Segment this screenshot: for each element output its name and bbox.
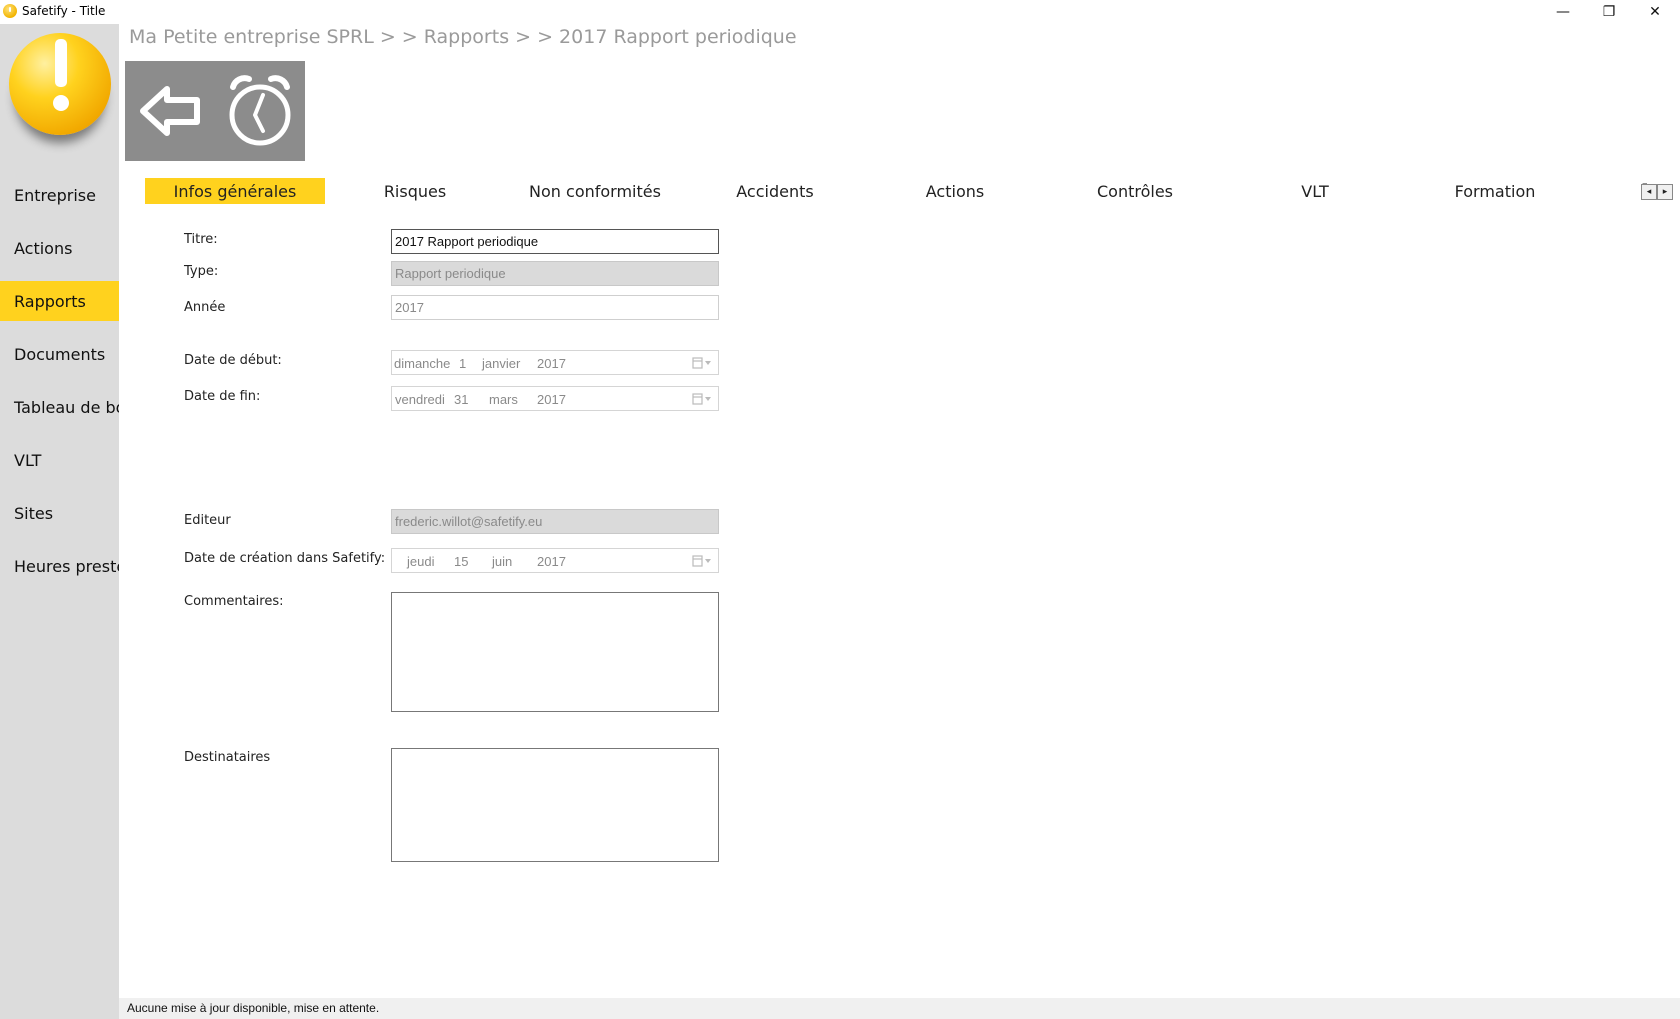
annee-label: Année [184,300,226,315]
type-label: Type: [184,264,219,279]
maximize-button[interactable]: ❐ [1586,0,1632,24]
destinataires-label: Destinataires [184,750,271,765]
tab-risques[interactable]: Risques [325,178,505,204]
date-creation-picker[interactable]: jeudi 15 juin 2017 [391,548,719,573]
sidebar-item-heures-prestees[interactable]: Heures prestées [0,546,119,586]
date-debut-weekday: dimanche [394,356,451,371]
timer-button[interactable] [215,61,305,161]
back-button[interactable] [125,61,215,161]
tab-scroll-right-button[interactable]: ▸ [1657,184,1673,200]
sidebar-item-entreprise[interactable]: Entreprise [0,175,119,215]
commentaires-textarea[interactable] [391,592,719,712]
close-button[interactable]: ✕ [1632,0,1678,24]
minimize-button[interactable]: — [1540,0,1586,24]
annee-field: 2017 [391,295,719,320]
date-fin-month: mars [489,392,518,407]
tab-bar: Infos générales Risques Non conformités … [145,178,1645,204]
exclamation-logo-icon [9,33,111,135]
tab-actions[interactable]: Actions [865,178,1045,204]
date-debut-label: Date de début: [184,353,282,368]
breadcrumb: Ma Petite entreprise SPRL > > Rapports >… [129,26,797,48]
sidebar: Entreprise Actions Rapports Documents Ta… [0,24,119,1019]
commentaires-label: Commentaires: [184,594,284,609]
sidebar-item-tableau-de-bord[interactable]: Tableau de bord [0,387,119,427]
sidebar-item-documents[interactable]: Documents [0,334,119,374]
tab-formation[interactable]: Formation [1405,178,1585,204]
date-creation-label: Date de création dans Safetify: [184,551,386,566]
tab-infos-generales[interactable]: Infos générales [145,178,325,204]
app-logo-icon [3,4,17,18]
date-fin-year: 2017 [537,392,566,407]
stopwatch-icon [229,75,291,146]
titre-input[interactable]: 2017 Rapport periodique [391,229,719,254]
type-field: Rapport periodique [391,261,719,286]
tab-scroll-buttons: ◂ ▸ [1641,184,1673,200]
editeur-field: frederic.willot@safetify.eu [391,509,719,534]
toolbar [125,61,305,161]
tab-non-conformites[interactable]: Non conformités [505,178,685,204]
titre-label: Titre: [184,232,218,247]
window-title: Safetify - Title [22,4,106,18]
status-bar: Aucune mise à jour disponible, mise en a… [119,998,1680,1019]
sidebar-item-rapports[interactable]: Rapports [0,281,119,321]
calendar-dropdown-icon[interactable] [692,555,712,567]
date-creation-year: 2017 [537,554,566,569]
sidebar-item-sites[interactable]: Sites [0,493,119,533]
editeur-label: Editeur [184,513,231,528]
date-debut-year: 2017 [537,356,566,371]
date-creation-month: juin [492,554,513,569]
window-titlebar: Safetify - Title — ❐ ✕ [0,0,1680,24]
date-debut-month: janvier [482,356,521,371]
date-creation-day: 15 [454,554,469,569]
destinataires-textarea[interactable] [391,748,719,862]
date-fin-label: Date de fin: [184,389,261,404]
sidebar-item-vlt[interactable]: VLT [0,440,119,480]
date-fin-picker[interactable]: vendredi 31 mars 2017 [391,386,719,411]
back-arrow-icon [140,86,200,136]
date-fin-weekday: vendredi [395,392,445,407]
date-fin-day: 31 [454,392,469,407]
tab-accidents[interactable]: Accidents [685,178,865,204]
tab-controles[interactable]: Contrôles [1045,178,1225,204]
calendar-dropdown-icon[interactable] [692,357,712,369]
date-debut-day: 1 [459,356,467,371]
date-creation-weekday: jeudi [407,554,435,569]
tab-scroll-left-button[interactable]: ◂ [1641,184,1657,200]
date-debut-picker[interactable]: dimanche 1 janvier 2017 [391,350,719,375]
tab-vlt[interactable]: VLT [1225,178,1405,204]
calendar-dropdown-icon[interactable] [692,393,712,405]
sidebar-item-actions[interactable]: Actions [0,228,119,268]
